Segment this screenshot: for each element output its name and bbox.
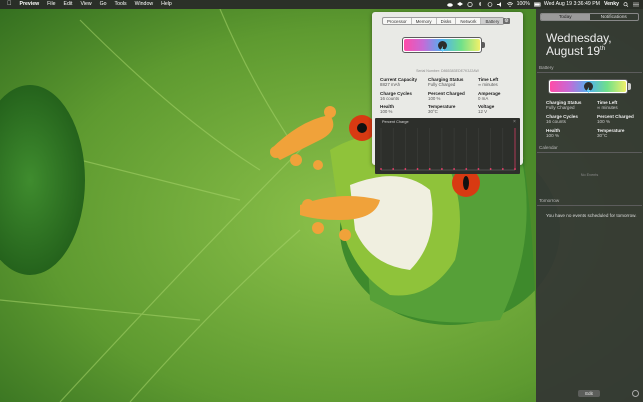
tab-memory[interactable]: Memory bbox=[412, 18, 437, 24]
bluetooth-icon[interactable] bbox=[477, 2, 483, 7]
status-area: 100% Wed Aug 19 3:36:49 PM Venky bbox=[446, 0, 639, 9]
nc-stat-percent-charged: Percent Charged 100 % bbox=[597, 114, 634, 125]
menu-window[interactable]: Window bbox=[131, 0, 157, 9]
charging-bolt-icon bbox=[437, 40, 447, 52]
chart-point bbox=[441, 168, 443, 170]
chart-point bbox=[380, 168, 382, 170]
chart-point bbox=[465, 168, 468, 170]
stat-time-left: Time Left ∞ minutes bbox=[478, 77, 499, 87]
user-menu[interactable]: Venky bbox=[604, 0, 619, 9]
menu-help[interactable]: Help bbox=[157, 0, 176, 9]
chart-point bbox=[392, 168, 395, 170]
no-events-text: No Events bbox=[580, 173, 599, 177]
chart-point bbox=[404, 168, 407, 170]
menubar-clock[interactable]: Wed Aug 19 3:36:49 PM bbox=[544, 0, 600, 9]
chart-point bbox=[489, 168, 492, 170]
chart-close-icon[interactable]: × bbox=[513, 119, 516, 125]
nc-charging-bolt-icon bbox=[583, 82, 593, 93]
menu-view[interactable]: View bbox=[76, 0, 95, 9]
notification-center: Today Notifications Wednesday, August 19… bbox=[536, 9, 643, 402]
gauge-icon[interactable] bbox=[467, 2, 473, 7]
battery-level-graphic bbox=[402, 37, 482, 53]
stat-percent-charged: Percent Charged 100 % bbox=[428, 91, 465, 101]
nc-day: Wednesday, bbox=[546, 31, 612, 45]
menu-file[interactable]: File bbox=[43, 0, 59, 9]
chart-point bbox=[477, 168, 480, 170]
nc-stat-time-left: Time Left ∞ minutes bbox=[597, 100, 618, 111]
stat-voltage: Voltage 12 V bbox=[478, 104, 495, 114]
nc-stat-charging-status: Charging Status Fully Charged bbox=[546, 100, 582, 111]
apple-menu-icon[interactable]:  bbox=[0, 0, 16, 9]
notification-center-icon[interactable] bbox=[633, 2, 639, 7]
chart-point bbox=[416, 168, 419, 170]
stat-temperature: Temperature 30°C bbox=[428, 104, 456, 114]
stat-health: Health 100 % bbox=[380, 104, 395, 114]
volume-icon[interactable] bbox=[496, 2, 503, 7]
battery-monitor-popup: Processor Memory Disks Network Battery ⚙… bbox=[372, 12, 523, 174]
nc-stat-temperature: Temperature 30°C bbox=[597, 128, 625, 139]
gear-icon[interactable]: ⚙ bbox=[503, 18, 510, 24]
stat-current-capacity: Current Capacity 8827 mAh bbox=[380, 77, 418, 87]
chart-point bbox=[501, 168, 504, 170]
nc-battery-nub bbox=[628, 83, 631, 90]
nc-tab-bar: Today Notifications bbox=[540, 13, 639, 21]
edit-button[interactable]: Edit bbox=[578, 390, 600, 397]
chart-point bbox=[428, 168, 431, 170]
nc-stat-health: Health 100 % bbox=[546, 128, 561, 139]
panel-tab-bar: Processor Memory Disks Network Battery bbox=[382, 17, 505, 25]
battery-nub bbox=[482, 42, 485, 48]
tab-processor[interactable]: Processor bbox=[383, 18, 412, 24]
stat-amperage: Amperage 0 mA bbox=[478, 91, 501, 101]
wifi-icon[interactable] bbox=[506, 2, 513, 7]
serial-number: Serial Number: D865383EDE7K3J2AW bbox=[416, 69, 479, 73]
stat-charge-cycles: Charge Cycles 16 counts bbox=[380, 91, 412, 101]
nc-calendar-section: Calendar bbox=[537, 145, 642, 153]
nc-settings-icon[interactable] bbox=[632, 390, 639, 397]
tab-notifications[interactable]: Notifications bbox=[590, 14, 639, 20]
tab-network[interactable]: Network bbox=[456, 18, 482, 24]
battery-percent: 100% bbox=[516, 1, 530, 7]
stat-charging-status: Charging Status Fully Charged bbox=[428, 77, 464, 87]
nc-date: August 19th bbox=[546, 44, 606, 58]
time-machine-icon[interactable] bbox=[487, 2, 493, 7]
spotlight-icon[interactable] bbox=[623, 2, 629, 7]
tomorrow-message: You have no events scheduled for tomorro… bbox=[546, 213, 637, 218]
tab-disks[interactable]: Disks bbox=[437, 18, 457, 24]
menu-tools[interactable]: Tools bbox=[111, 0, 131, 9]
battery-icon[interactable] bbox=[533, 2, 541, 7]
nc-stat-charge-cycles: Charge Cycles 16 counts bbox=[546, 114, 578, 125]
nc-battery-section: Battery bbox=[537, 65, 642, 73]
cloud-icon[interactable] bbox=[446, 2, 453, 7]
percent-charge-plot bbox=[380, 128, 516, 171]
menu-go[interactable]: Go bbox=[96, 0, 111, 9]
tab-today[interactable]: Today bbox=[541, 14, 590, 20]
app-menu[interactable]: Preview bbox=[16, 0, 44, 9]
menu-edit[interactable]: Edit bbox=[59, 0, 76, 9]
dropbox-icon[interactable] bbox=[456, 2, 463, 7]
nc-tomorrow-section: Tomorrow bbox=[537, 198, 642, 206]
menu-bar:  Preview File Edit View Go Tools Window… bbox=[0, 0, 643, 9]
nc-battery-graphic bbox=[548, 79, 628, 94]
chart-point bbox=[453, 168, 455, 170]
tab-battery[interactable]: Battery bbox=[481, 18, 504, 24]
chart-title: Percent Charge bbox=[382, 120, 409, 124]
